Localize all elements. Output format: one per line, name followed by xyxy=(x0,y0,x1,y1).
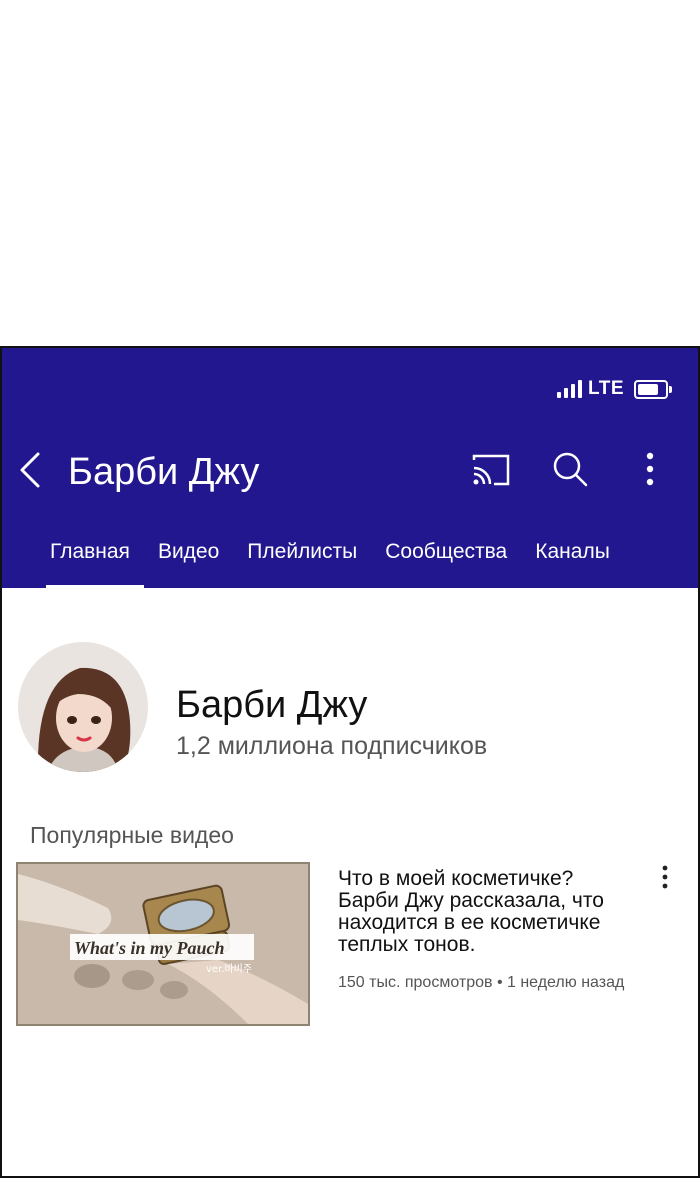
toolbar: Барби Джу xyxy=(2,440,698,500)
app-header: LTE Барби Джу Главная Видео Плейлисты Со… xyxy=(2,348,698,588)
thumbnail-image: What's in my Pauch ver.바비주 xyxy=(18,864,308,1024)
thumbnail-caption: What's in my Pauch xyxy=(74,938,225,958)
video-title[interactable]: Что в моей косметичке? Барби Джу рассказ… xyxy=(338,868,638,956)
search-button[interactable] xyxy=(548,448,592,492)
status-bar: LTE xyxy=(557,378,672,400)
tab-channels[interactable]: Каналы xyxy=(521,528,624,588)
battery-icon xyxy=(634,379,672,399)
tab-community[interactable]: Сообщества xyxy=(371,528,521,588)
tab-videos[interactable]: Видео xyxy=(144,528,233,588)
cast-icon xyxy=(472,454,510,486)
search-icon xyxy=(553,452,588,487)
video-thumbnail[interactable]: What's in my Pauch ver.바비주 xyxy=(16,862,310,1026)
video-meta: 150 тыс. просмотров • 1 неделю назад xyxy=(338,974,625,991)
tab-playlists[interactable]: Плейлисты xyxy=(233,528,371,588)
subscriber-count: 1,2 миллиона подписчиков xyxy=(176,732,488,760)
avatar-illustration xyxy=(18,642,148,772)
more-vertical-icon xyxy=(646,452,654,486)
chevron-left-icon xyxy=(20,452,40,488)
channel-home: Барби Джу 1,2 миллиона подписчиков Попул… xyxy=(2,588,698,1176)
avatar[interactable] xyxy=(18,642,148,772)
popular-videos-heading: Популярные видео xyxy=(30,822,234,848)
cast-button[interactable] xyxy=(468,448,512,492)
channel-name: Барби Джу xyxy=(176,684,368,726)
channel-title: Барби Джу xyxy=(68,451,260,493)
video-more-button[interactable] xyxy=(650,864,680,894)
back-button[interactable] xyxy=(14,446,50,494)
phone-screen: LTE Барби Джу Главная Видео Плейлисты Со… xyxy=(0,346,700,1178)
more-options-button[interactable] xyxy=(628,448,672,492)
network-type-label: LTE xyxy=(588,378,624,399)
more-vertical-icon xyxy=(662,865,668,889)
signal-bars-icon xyxy=(557,380,583,398)
thumbnail-subcaption: ver.바비주 xyxy=(206,963,252,975)
page: LTE Барби Джу Главная Видео Плейлисты Со… xyxy=(0,0,700,1190)
channel-tabs: Главная Видео Плейлисты Сообщества Канал… xyxy=(2,528,698,588)
tab-home[interactable]: Главная xyxy=(36,528,144,588)
